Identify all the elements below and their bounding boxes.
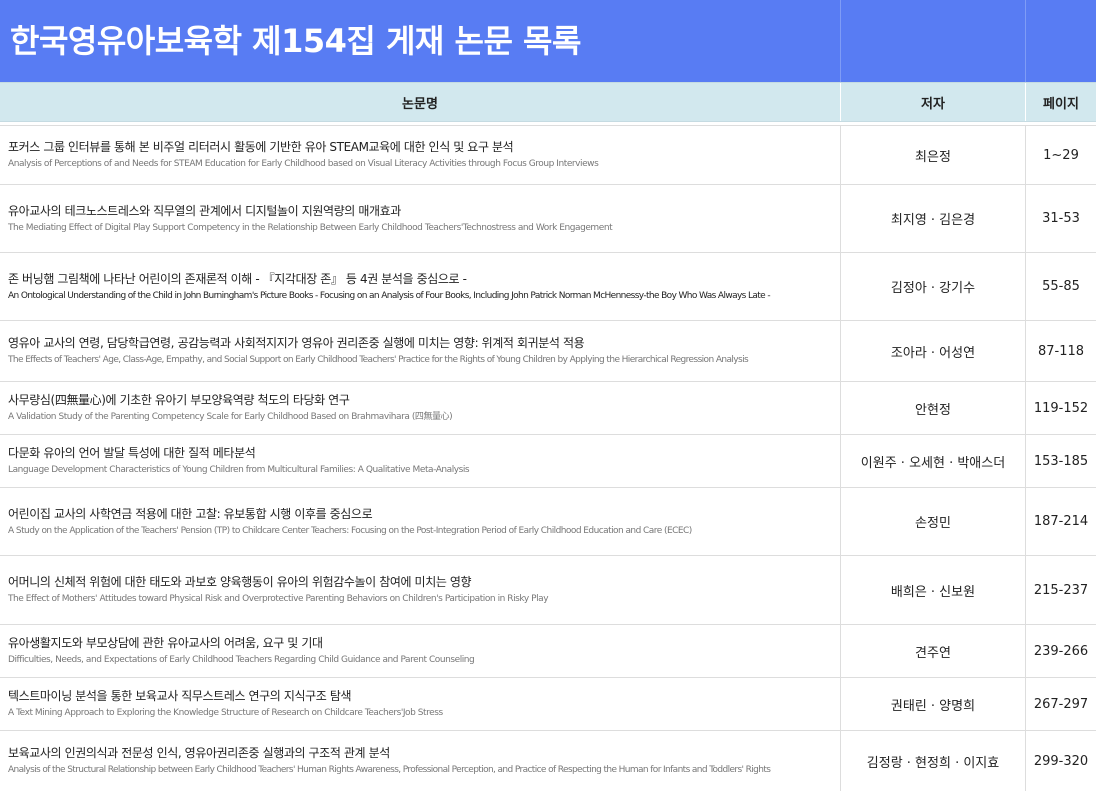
paper-title-en: The Effects of Teachers' Age, Class-Age,… — [8, 355, 749, 365]
paper-pages: 187-214 — [1033, 514, 1089, 529]
header-page: 페이지 — [1043, 96, 1079, 112]
paper-title-ko: 포커스 그룹 인터뷰를 통해 본 비주얼 리터러시 활동에 기반한 유아 STE… — [8, 140, 514, 154]
paper-author: 조아라 · 어성연 — [841, 321, 1026, 381]
paper-author: 김정아 · 강기수 — [841, 253, 1026, 320]
paper-title-ko: 존 버닝햄 그림책에 나타난 어린이의 존재론적 이해 - 『지각대장 존』 등… — [8, 271, 467, 286]
paper-title-en: A Validation Study of the Parenting Comp… — [8, 412, 453, 422]
table-row: 유아생활지도와 부모상담에 관한 유아교사의 어려움, 요구 및 기대 Diff… — [0, 625, 1096, 678]
paper-title-ko: 보육교사의 인권의식과 전문성 인식, 영유아권리존중 실행과의 구조적 관계 … — [8, 746, 390, 760]
paper-title-ko: 텍스트마이닝 분석을 통한 보육교사 직무스트레스 연구의 지식구조 탐색 — [8, 689, 352, 703]
paper-pages: 87-118 — [1037, 343, 1085, 359]
paper-title-en: Analysis of Perceptions of and Needs for… — [8, 159, 599, 169]
paper-title-cell: 영유아 교사의 연령, 담당학급연령, 공감능력과 사회적지지가 영유아 권리존… — [0, 321, 841, 381]
paper-author: 최은정 — [841, 126, 1026, 184]
header-title: 논문명 — [0, 83, 841, 121]
paper-title-en: Language Development Characteristics of … — [8, 465, 470, 475]
paper-author: 안현정 — [841, 382, 1026, 434]
table-row: 포커스 그룹 인터뷰를 통해 본 비주얼 리터러시 활동에 기반한 유아 STE… — [0, 126, 1096, 185]
title-bar: 한국영유아보육학 제154집 게재 논문 목록 — [0, 0, 1096, 82]
paper-author: 김정랑 · 현정희 · 이지효 — [841, 731, 1026, 791]
paper-title-en: The Mediating Effect of Digital Play Sup… — [8, 222, 613, 233]
paper-title-ko: 어린이집 교사의 사학연금 적용에 대한 고찰: 유보통합 시행 이후를 중심으… — [8, 506, 373, 521]
paper-pages: 119-152 — [1033, 400, 1089, 416]
table-row: 다문화 유아의 언어 발달 특성에 대한 질적 메타분석 Language De… — [0, 435, 1096, 488]
paper-title-cell: 유아교사의 테크노스트레스와 직무열의 관계에서 디지털놀이 지원역량의 매개효… — [0, 185, 841, 252]
table-row: 텍스트마이닝 분석을 통한 보육교사 직무스트레스 연구의 지식구조 탐색 A … — [0, 678, 1096, 731]
paper-title-ko: 어머니의 신체적 위험에 대한 태도와 과보호 양육행동이 유아의 위험감수놀이… — [8, 575, 472, 589]
paper-list: 포커스 그룹 인터뷰를 통해 본 비주얼 리터러시 활동에 기반한 유아 STE… — [0, 126, 1096, 791]
paper-title-en: An Ontological Understanding of the Chil… — [8, 290, 771, 301]
table-header: 논문명 저자 페이지 — [0, 82, 1096, 122]
paper-pages: 153-185 — [1033, 453, 1089, 469]
paper-title-ko: 유아교사의 테크노스트레스와 직무열의 관계에서 디지털놀이 지원역량의 매개효… — [8, 203, 401, 218]
paper-author: 권태린 · 양명희 — [841, 678, 1026, 730]
paper-pages: 55-85 — [1042, 279, 1080, 294]
paper-title-en: A Study on the Application of the Teache… — [8, 525, 692, 536]
title-cell-page — [1026, 0, 1096, 82]
paper-pages: 239-266 — [1033, 643, 1089, 659]
paper-pages: 31-53 — [1042, 211, 1080, 226]
paper-title-cell: 텍스트마이닝 분석을 통한 보육교사 직무스트레스 연구의 지식구조 탐색 A … — [0, 678, 841, 730]
paper-title-en: A Text Mining Approach to Exploring the … — [8, 708, 443, 718]
paper-title-cell: 존 버닝햄 그림책에 나타난 어린이의 존재론적 이해 - 『지각대장 존』 등… — [0, 253, 841, 320]
table-row: 어머니의 신체적 위험에 대한 태도와 과보호 양육행동이 유아의 위험감수놀이… — [0, 556, 1096, 625]
paper-title-ko: 사무량심(四無量心)에 기초한 유아기 부모양육역량 척도의 타당화 연구 — [8, 393, 350, 407]
page-title: 한국영유아보육학 제154집 게재 논문 목록 — [10, 22, 581, 60]
paper-title-en: Difficulties, Needs, and Expectations of… — [8, 655, 475, 665]
paper-title-en: Analysis of the Structural Relationship … — [8, 765, 771, 775]
title-cell-author — [841, 0, 1026, 82]
paper-author: 최지영 · 김은경 — [841, 185, 1026, 252]
table-row: 보육교사의 인권의식과 전문성 인식, 영유아권리존중 실행과의 구조적 관계 … — [0, 731, 1096, 791]
paper-title-ko: 영유아 교사의 연령, 담당학급연령, 공감능력과 사회적지지가 영유아 권리존… — [8, 336, 585, 350]
paper-author: 견주연 — [841, 625, 1026, 677]
paper-title-cell: 어머니의 신체적 위험에 대한 태도와 과보호 양육행동이 유아의 위험감수놀이… — [0, 556, 841, 624]
paper-title-cell: 포커스 그룹 인터뷰를 통해 본 비주얼 리터러시 활동에 기반한 유아 STE… — [0, 126, 841, 184]
table-row: 유아교사의 테크노스트레스와 직무열의 관계에서 디지털놀이 지원역량의 매개효… — [0, 185, 1096, 253]
paper-pages: 267-297 — [1033, 696, 1089, 712]
table-row: 영유아 교사의 연령, 담당학급연령, 공감능력과 사회적지지가 영유아 권리존… — [0, 321, 1096, 382]
paper-title-cell: 어린이집 교사의 사학연금 적용에 대한 고찰: 유보통합 시행 이후를 중심으… — [0, 488, 841, 555]
paper-title-ko: 유아생활지도와 부모상담에 관한 유아교사의 어려움, 요구 및 기대 — [8, 636, 323, 650]
paper-author: 배희은 · 신보원 — [841, 556, 1026, 624]
paper-title-cell: 다문화 유아의 언어 발달 특성에 대한 질적 메타분석 Language De… — [0, 435, 841, 487]
paper-title-ko: 다문화 유아의 언어 발달 특성에 대한 질적 메타분석 — [8, 446, 256, 460]
paper-author: 손정민 — [841, 488, 1026, 555]
table-row: 사무량심(四無量心)에 기초한 유아기 부모양육역량 척도의 타당화 연구 A … — [0, 382, 1096, 435]
paper-title-cell: 사무량심(四無量心)에 기초한 유아기 부모양육역량 척도의 타당화 연구 A … — [0, 382, 841, 434]
paper-pages: 215-237 — [1033, 582, 1089, 598]
paper-title-cell: 유아생활지도와 부모상담에 관한 유아교사의 어려움, 요구 및 기대 Diff… — [0, 625, 841, 677]
header-author: 저자 — [841, 83, 1026, 121]
paper-author: 이원주 · 오세현 · 박애스더 — [841, 435, 1026, 487]
title-cell: 한국영유아보육학 제154집 게재 논문 목록 — [0, 0, 841, 82]
table-row: 존 버닝햄 그림책에 나타난 어린이의 존재론적 이해 - 『지각대장 존』 등… — [0, 253, 1096, 321]
table-row: 어린이집 교사의 사학연금 적용에 대한 고찰: 유보통합 시행 이후를 중심으… — [0, 488, 1096, 556]
paper-title-en: The Effect of Mothers' Attitudes toward … — [8, 594, 549, 604]
paper-title-cell: 보육교사의 인권의식과 전문성 인식, 영유아권리존중 실행과의 구조적 관계 … — [0, 731, 841, 791]
paper-pages: 1~29 — [1043, 147, 1079, 163]
paper-pages: 299-320 — [1033, 753, 1089, 769]
